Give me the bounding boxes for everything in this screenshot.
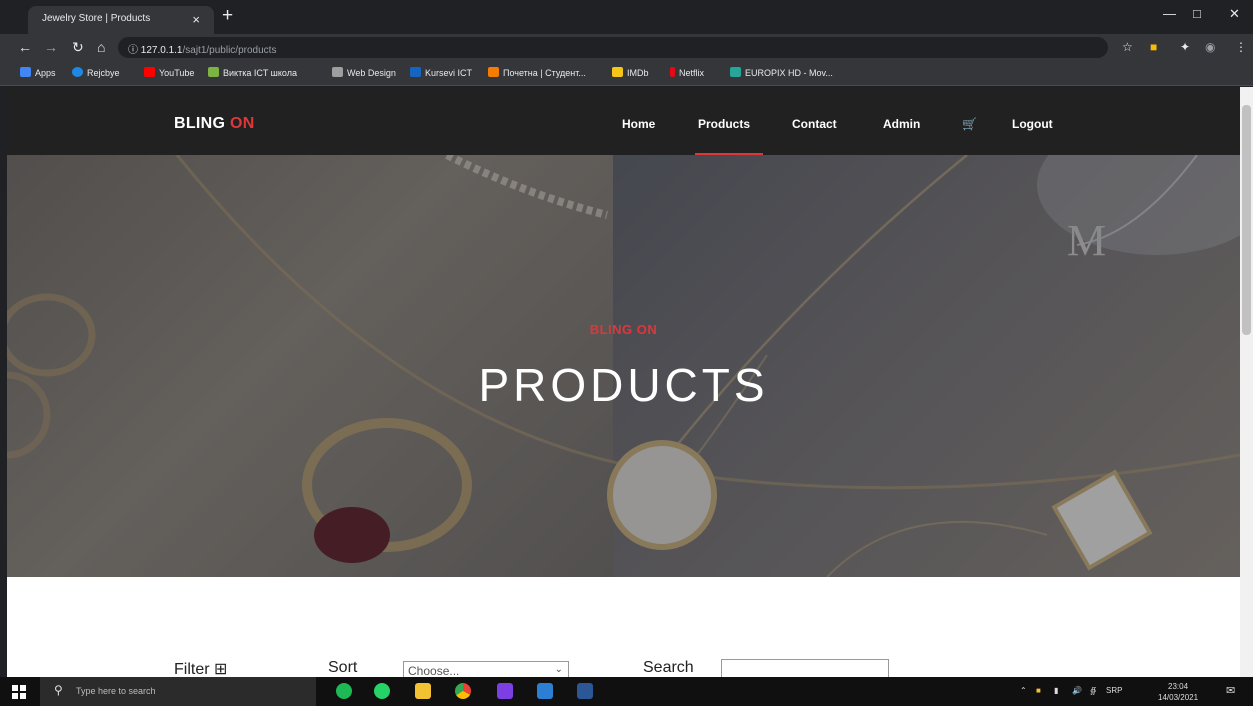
imdb-icon	[612, 67, 623, 77]
netflix-icon	[670, 67, 675, 77]
network-icon[interactable]: ∯	[1090, 686, 1096, 695]
profile-icon[interactable]: ◉	[1205, 40, 1215, 54]
url-host: 127.0.1.1	[140, 45, 183, 56]
search-input[interactable]	[721, 659, 889, 677]
file-explorer-icon[interactable]	[415, 683, 431, 699]
search-icon: ⚲	[54, 683, 63, 697]
url-field[interactable]: ⓘ 127.0.1.1/sajt1/public/products	[118, 37, 1108, 58]
windows-taskbar: ⚲ Type here to search ⌃ ■ ▮ 🔊 ∯ SRP 23:0…	[0, 677, 1253, 706]
chrome-icon[interactable]	[455, 683, 471, 699]
nav-products[interactable]: Products	[698, 117, 750, 131]
browser-tab[interactable]: Jewelry Store | Products ×	[28, 6, 214, 34]
bookmark-star-icon[interactable]: ☆	[1122, 40, 1133, 54]
tray-chevron-icon[interactable]: ⌃	[1020, 686, 1027, 695]
windows-start-icon[interactable]	[12, 685, 26, 699]
scrollbar-thumb[interactable]	[1242, 105, 1251, 335]
address-bar: ← → ↻ ⌂ ⓘ 127.0.1.1/sajt1/public/product…	[0, 34, 1253, 61]
bookmark-apps[interactable]: Apps	[20, 67, 56, 78]
home-icon[interactable]: ⌂	[97, 39, 105, 55]
tab-close-icon[interactable]: ×	[192, 12, 200, 27]
plus-box-icon: ⊞	[214, 661, 228, 677]
tray-app-icon[interactable]: ■	[1036, 686, 1041, 695]
bookmarks-bar: Apps Rejcbye YouTube Виктка ICT школа We…	[0, 61, 1253, 86]
bookmark-icon	[488, 67, 499, 77]
new-tab-button[interactable]: +	[222, 5, 233, 27]
nav-logout[interactable]: Logout	[1012, 117, 1053, 131]
hero-title: PRODUCTS	[478, 359, 769, 411]
browser-titlebar: Jewelry Store | Products × + — □ ✕	[0, 0, 1253, 34]
search-label: Search	[643, 659, 694, 676]
app-icon[interactable]	[497, 683, 513, 699]
hero-kicker: BLING ON	[589, 322, 658, 337]
hero-banner: M BLING ON PRODUCTS	[7, 155, 1240, 577]
reload-icon[interactable]: ↻	[72, 39, 84, 56]
apps-icon	[20, 67, 31, 77]
taskbar-search[interactable]: ⚲ Type here to search	[40, 677, 316, 706]
sort-select[interactable]: Choose... ⌄	[403, 661, 569, 677]
photos-icon[interactable]	[537, 683, 553, 699]
notifications-icon[interactable]: ✉	[1226, 684, 1235, 697]
bookmark-icon	[208, 67, 219, 77]
bookmark-3[interactable]: Виктка ICT школа	[208, 67, 297, 78]
clock-time: 23:04	[1168, 682, 1189, 691]
maximize-icon[interactable]: □	[1193, 6, 1201, 21]
chevron-down-icon: ⌄	[554, 664, 563, 675]
bookmark-icon	[410, 67, 421, 77]
filter-label: Filter	[174, 661, 210, 677]
page-scrollbar[interactable]	[1240, 87, 1253, 677]
volume-icon[interactable]: 🔊	[1072, 686, 1082, 695]
back-icon[interactable]: ←	[18, 39, 32, 55]
menu-icon[interactable]: ⋮	[1235, 40, 1247, 54]
bookmark-7[interactable]: IMDb	[612, 67, 649, 78]
nav-contact[interactable]: Contact	[792, 117, 837, 131]
cart-icon[interactable]: 🛒	[962, 117, 977, 131]
web-page: BLING ON Home Products Contact Admin 🛒 L…	[7, 87, 1240, 677]
bookmark-icon	[332, 67, 343, 77]
youtube-icon	[144, 67, 155, 77]
taskbar-search-placeholder: Type here to search	[76, 686, 156, 696]
site-info-icon[interactable]: ⓘ	[128, 45, 138, 56]
language-indicator[interactable]: SRP	[1106, 686, 1122, 695]
url-path: /sajt1/public/products	[182, 45, 277, 56]
spotify-icon[interactable]	[336, 683, 352, 699]
site-logo[interactable]: BLING ON	[174, 115, 255, 133]
puzzle-icon[interactable]: ✦	[1180, 40, 1190, 54]
bookmark-8[interactable]: Netflix	[670, 67, 704, 78]
bookmark-icon	[730, 67, 741, 77]
bookmark-4[interactable]: Web Design	[332, 67, 396, 78]
close-window-icon[interactable]: ✕	[1229, 6, 1240, 22]
clock-date: 14/03/2021	[1158, 693, 1199, 702]
whatsapp-icon[interactable]	[374, 683, 390, 699]
tab-title: Jewelry Store | Products	[42, 13, 151, 24]
nav-home[interactable]: Home	[622, 117, 655, 131]
nav-admin[interactable]: Admin	[883, 117, 920, 131]
word-icon[interactable]	[577, 683, 593, 699]
battery-icon[interactable]: ▮	[1054, 686, 1058, 695]
bookmark-icon	[72, 67, 83, 77]
sort-label: Sort	[328, 659, 358, 676]
minimize-icon[interactable]: —	[1163, 6, 1176, 21]
bookmark-1[interactable]: Rejcbye	[72, 67, 120, 78]
bookmark-2[interactable]: YouTube	[144, 67, 194, 78]
forward-icon[interactable]: →	[44, 39, 58, 55]
bookmark-6[interactable]: Почетна | Студент...	[488, 67, 586, 78]
site-navbar: BLING ON Home Products Contact Admin 🛒 L…	[7, 87, 1240, 155]
taskbar-clock[interactable]: 23:04 14/03/2021	[1158, 681, 1198, 703]
filter-toggle[interactable]: Filter ⊞	[174, 659, 227, 677]
bookmark-5[interactable]: Kursevi ICT	[410, 67, 472, 78]
sort-selected-value: Choose...	[408, 664, 460, 677]
bookmark-9[interactable]: EUROPIX HD - Mov...	[730, 67, 833, 78]
extension-icon[interactable]: ■	[1150, 40, 1157, 54]
